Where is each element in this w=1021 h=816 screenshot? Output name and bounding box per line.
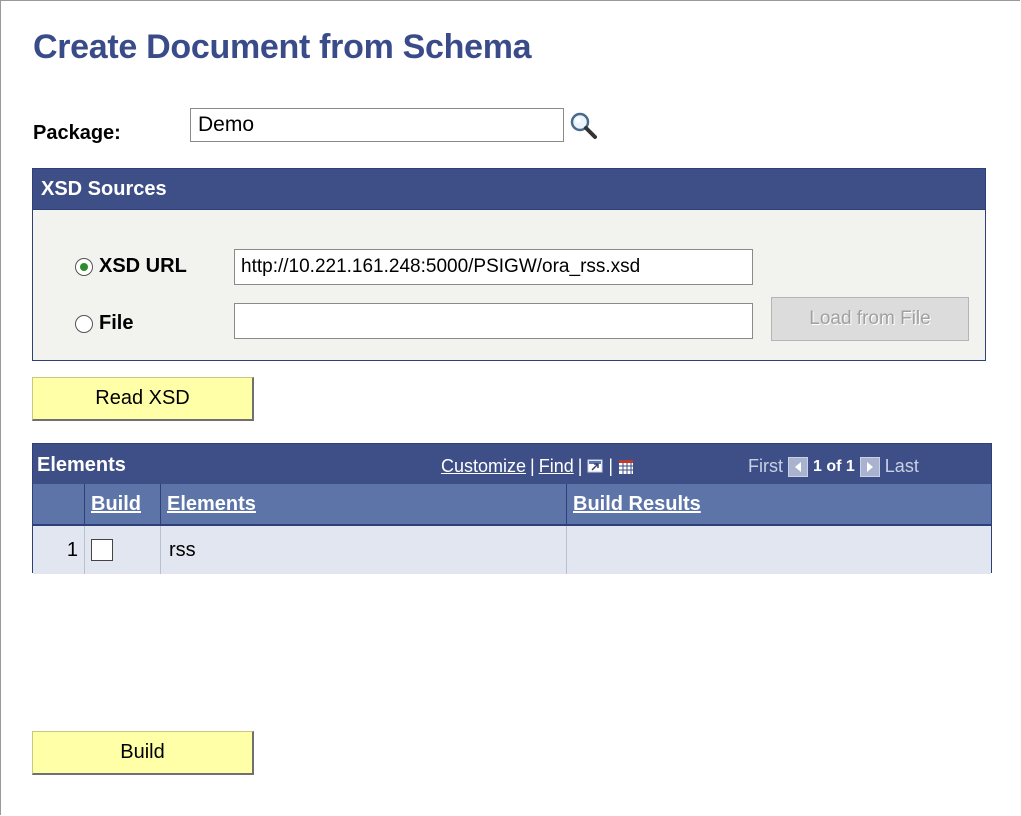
xsd-sources-panel: XSD Sources XSD URL File Load from File bbox=[32, 168, 986, 361]
grid-toolbar: Customize | Find | | bbox=[441, 456, 635, 477]
package-label: Package: bbox=[33, 122, 121, 144]
download-spreadsheet-icon[interactable] bbox=[617, 458, 635, 476]
element-name: rss bbox=[161, 526, 567, 574]
separator: | bbox=[608, 456, 614, 476]
pager: First 1 of 1 Last bbox=[748, 456, 919, 477]
xsd-sources-header: XSD Sources bbox=[33, 169, 985, 210]
previous-arrow-icon[interactable] bbox=[788, 456, 808, 477]
grid-column-header: Build Elements Build Results bbox=[33, 484, 991, 526]
file-option[interactable]: File bbox=[75, 312, 133, 335]
find-link[interactable]: Find bbox=[539, 456, 574, 477]
load-from-file-button[interactable]: Load from File bbox=[771, 297, 969, 341]
xsd-url-input[interactable] bbox=[234, 249, 753, 285]
read-xsd-button[interactable]: Read XSD bbox=[32, 377, 254, 421]
separator: | bbox=[577, 456, 583, 476]
package-input[interactable] bbox=[190, 108, 564, 142]
first-label: First bbox=[748, 456, 783, 476]
page-info: 1 of 1 bbox=[813, 457, 855, 475]
build-button[interactable]: Build bbox=[32, 731, 254, 775]
separator: | bbox=[530, 456, 535, 476]
xsd-url-label: XSD URL bbox=[99, 255, 187, 277]
grid-title: Elements bbox=[37, 454, 126, 476]
row-number: 1 bbox=[33, 526, 85, 574]
customize-link[interactable]: Customize bbox=[441, 456, 526, 477]
build-results-column-link[interactable]: Build Results bbox=[567, 493, 701, 516]
elements-column-header[interactable]: Elements bbox=[161, 484, 567, 524]
build-cell bbox=[85, 526, 161, 574]
elements-column-link[interactable]: Elements bbox=[161, 493, 256, 516]
row-number-header bbox=[33, 484, 85, 524]
xsd-url-radio[interactable] bbox=[75, 257, 93, 276]
elements-grid: Elements Customize | Find | | First 1 of… bbox=[32, 443, 992, 574]
lookup-icon[interactable] bbox=[568, 110, 600, 142]
grid-titlebar: Elements Customize | Find | | First 1 of… bbox=[33, 444, 991, 484]
file-label: File bbox=[99, 312, 134, 334]
file-radio[interactable] bbox=[75, 314, 93, 333]
page-title: Create Document from Schema bbox=[33, 28, 532, 66]
build-result bbox=[567, 526, 991, 574]
build-column-link[interactable]: Build bbox=[85, 493, 141, 516]
xsd-url-option[interactable]: XSD URL bbox=[75, 255, 187, 278]
file-input[interactable] bbox=[234, 303, 753, 339]
next-arrow-icon[interactable] bbox=[859, 456, 880, 477]
build-column-header[interactable]: Build bbox=[85, 484, 161, 524]
table-row: 1 rss bbox=[33, 526, 991, 574]
build-checkbox[interactable] bbox=[91, 539, 113, 561]
view-all-icon[interactable] bbox=[586, 458, 604, 476]
build-results-column-header[interactable]: Build Results bbox=[567, 484, 991, 524]
last-label: Last bbox=[884, 456, 919, 476]
